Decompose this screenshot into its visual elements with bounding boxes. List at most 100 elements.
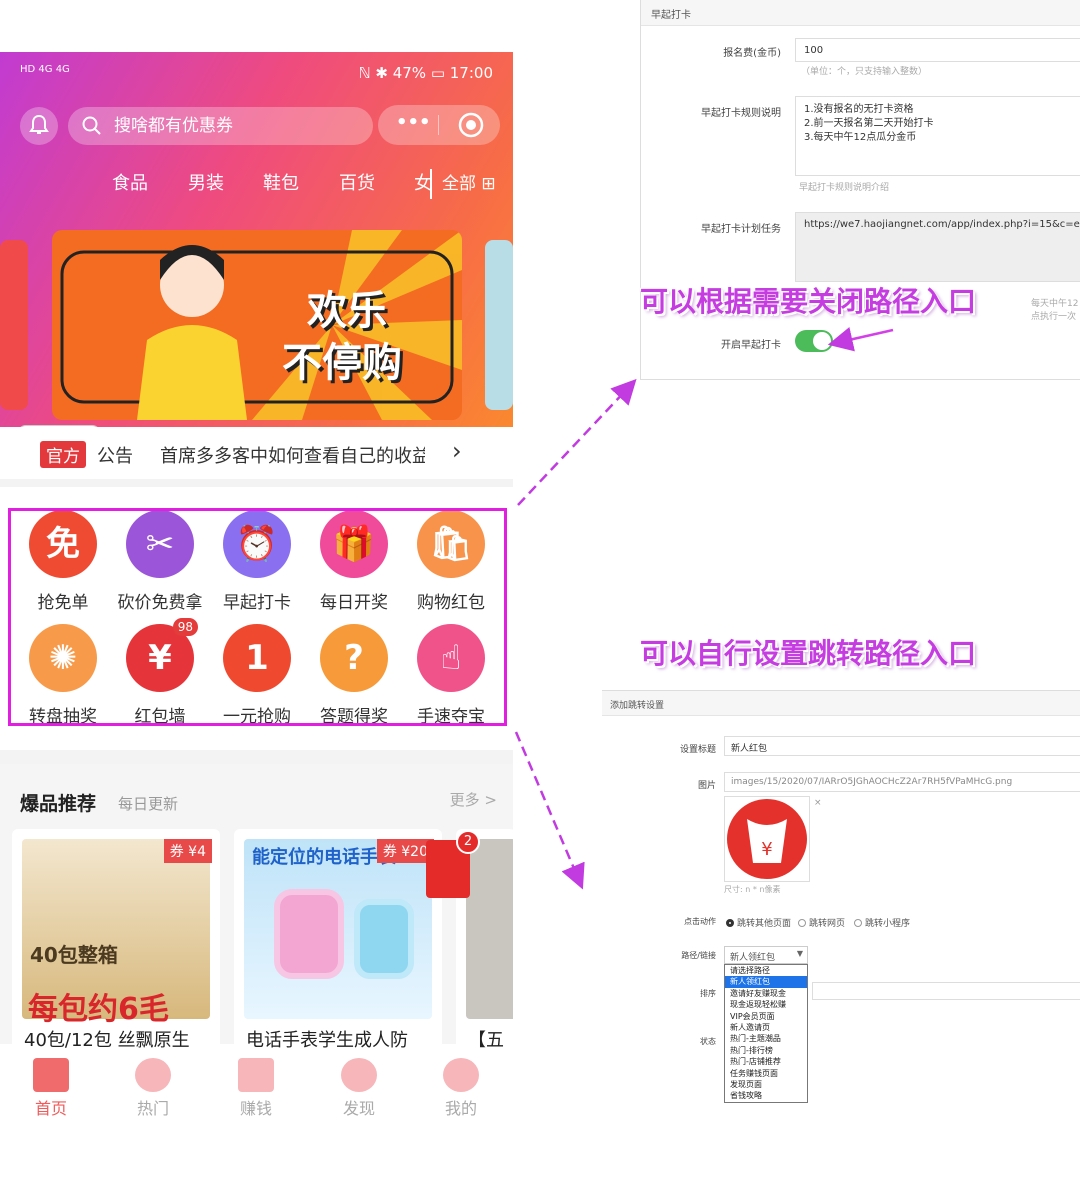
order-label: 排序 [700,989,716,998]
status-right: ℕ ✱ 47% ▭ 17:00 [358,64,493,82]
radio-label: 跳转小程序 [865,919,911,929]
annotation-close-entry: 可以根据需要关闭路径入口 [640,285,977,318]
bell-icon[interactable] [20,107,58,145]
option[interactable]: 省钱攻略 [725,1090,807,1101]
all-categories-button[interactable]: 全部 ⊞ [430,169,496,199]
search-icon [82,116,101,135]
radio-label: 跳转其他页面 [737,919,792,929]
remove-image-icon[interactable]: × [814,798,822,808]
tab-home[interactable]: 首页 [21,1058,81,1119]
banner-title-2: 不停购 [282,340,402,386]
compass-icon [341,1058,377,1092]
task-url-field[interactable]: https://we7.haojiangnet.com/app/index.ph… [795,212,1080,282]
tab-hot[interactable]: 热门 [123,1058,183,1119]
radio-dot [854,919,862,927]
product-card[interactable]: 能定位的电话手表 券 ¥20 电话手表学生成人防 [234,829,442,1064]
section-subtitle: 每日更新 [118,795,179,813]
product-name: 【五 [468,1030,504,1051]
user-icon [443,1058,479,1092]
banner-next-peek [485,240,513,410]
red-envelope-icon: ¥ [727,799,807,879]
option[interactable]: 任务赚钱页面 [725,1068,807,1079]
fee-input[interactable]: 100 [795,38,1080,62]
tab-label: 首页 [34,1099,67,1118]
rules-line: 2.前一天报名第二天开始打卡 [804,118,934,129]
tab-label: 发现 [342,1099,375,1118]
chevron-right-icon[interactable]: › [452,437,462,465]
option[interactable]: 新人邀请页 [725,1022,807,1033]
highlight-box [8,508,507,726]
path-select-value: 新人领红包 [730,953,776,963]
target-icon[interactable] [458,112,484,138]
status-bar: HD 4G 4G ℕ ✱ 47% ▭ 17:00 [20,64,493,84]
signal-indicators: HD 4G 4G [20,64,70,75]
redpack-count: 2 [456,830,480,854]
path-select[interactable]: 新人领红包 ▼ [724,946,808,964]
jump-settings-panel: 添加跳转设置 设置标题 新人红包 图片 images/15/2020/07/IA… [602,690,1080,1110]
state-label: 状态 [700,1037,716,1046]
promo-banner[interactable]: 欢乐 不停购 [52,230,462,420]
task-label: 早起打卡计划任务 [701,224,781,235]
option[interactable]: 发现页面 [725,1079,807,1090]
option[interactable]: 现金返现轻松赚 [725,999,807,1010]
action-label: 点击动作 [684,917,716,926]
banner-prev-peek [0,240,28,410]
notice-bar[interactable]: 官方 公告 首席多多客中如何查看自己的收益 › [0,427,513,479]
tab-me[interactable]: 我的 [431,1058,491,1119]
rules-line: 1.没有报名的无打卡资格 [804,104,914,115]
tab-discover[interactable]: 发现 [329,1058,389,1119]
search-bar[interactable]: 搜啥都有优惠券 [68,107,373,145]
tab-general[interactable]: 百货 [339,169,375,199]
battery-level: 47% [392,64,427,82]
tab-label: 我的 [444,1099,477,1118]
product-image: 能定位的电话手表 [244,839,432,1019]
title-input[interactable]: 新人红包 [724,736,1080,756]
chevron-down-icon: ▼ [796,949,803,958]
option[interactable]: 热门-主题潮品 [725,1033,807,1044]
switch-label: 开启早起打卡 [721,340,781,351]
order-input[interactable] [812,982,1080,1000]
product-image-text: 能定位的电话手表 [252,847,396,868]
tab-food[interactable]: 食品 [112,169,148,199]
floating-redpack[interactable]: 2 [426,830,480,898]
checkin-settings-panel: 早起打卡 报名费(金币) 100 （单位：个，只支持输入整数） 早起打卡规则说明… [640,0,1080,380]
all-categories-label: 全部 [442,174,476,194]
radio-miniprogram[interactable]: 跳转小程序 [854,916,910,929]
rules-label: 早起打卡规则说明 [701,108,781,119]
rules-hint: 早起打卡规则说明介绍 [799,183,890,193]
option[interactable]: 热门-店铺推荐 [725,1056,807,1067]
tab-earn[interactable]: 赚钱 [226,1058,286,1119]
fee-label: 报名费(金币) [723,48,781,59]
search-placeholder: 搜啥都有优惠券 [114,116,233,136]
option[interactable]: 请选择路径 [725,965,807,976]
option[interactable]: VIP会员页面 [725,1011,807,1022]
radio-dot [726,919,734,927]
radio-web[interactable]: 跳转网页 [798,916,845,929]
banner-art [60,230,462,420]
capsule-divider [438,115,439,135]
product-card[interactable]: 40包整箱 每包约6毛 券 ¥4 40包/12包 丝飘原生 [12,829,220,1064]
annotation-set-path: 可以自行设置跳转路径入口 [640,637,977,670]
category-tabs: 精选 食品 男装 鞋包 百货 女 全部 ⊞ [0,169,513,446]
svg-text:¥: ¥ [761,839,772,860]
option[interactable]: 热门-排行榜 [725,1045,807,1056]
divider [0,750,513,764]
more-icon[interactable]: ••• [396,112,431,133]
title-label: 设置标题 [679,745,716,755]
image-path-input[interactable]: images/15/2020/07/IARrO5JGhAOCHcZ2Ar7RH5… [724,772,1080,792]
rules-textarea[interactable]: 1.没有报名的无打卡资格 2.前一天报名第二天开始打卡 3.每天中午12点瓜分金… [795,96,1080,176]
tab-shoes-bags[interactable]: 鞋包 [263,169,299,199]
option[interactable]: 邀请好友赚现金 [725,988,807,999]
radio-other-page[interactable]: 跳转其他页面 [726,916,791,929]
more-link[interactable]: 更多 > [450,789,497,810]
option-selected[interactable]: 新人领红包 [725,976,807,988]
tab-menswear[interactable]: 男装 [188,169,224,199]
path-dropdown: 请选择路径 新人领红包 邀请好友赚现金 现金返现轻松赚 VIP会员页面 新人邀请… [724,964,808,1103]
notice-badge: 官方 [40,441,86,468]
size-hint: 尺寸: n * n像素 [724,885,781,894]
checkin-toggle[interactable] [795,330,833,352]
product-image-promo: 每包约6毛 [28,992,169,1027]
panel-header: 添加跳转设置 [602,690,1080,716]
fee-hint: （单位：个，只支持输入整数） [801,67,928,77]
notice-text: 首席多多客中如何查看自己的收益 [160,446,425,467]
